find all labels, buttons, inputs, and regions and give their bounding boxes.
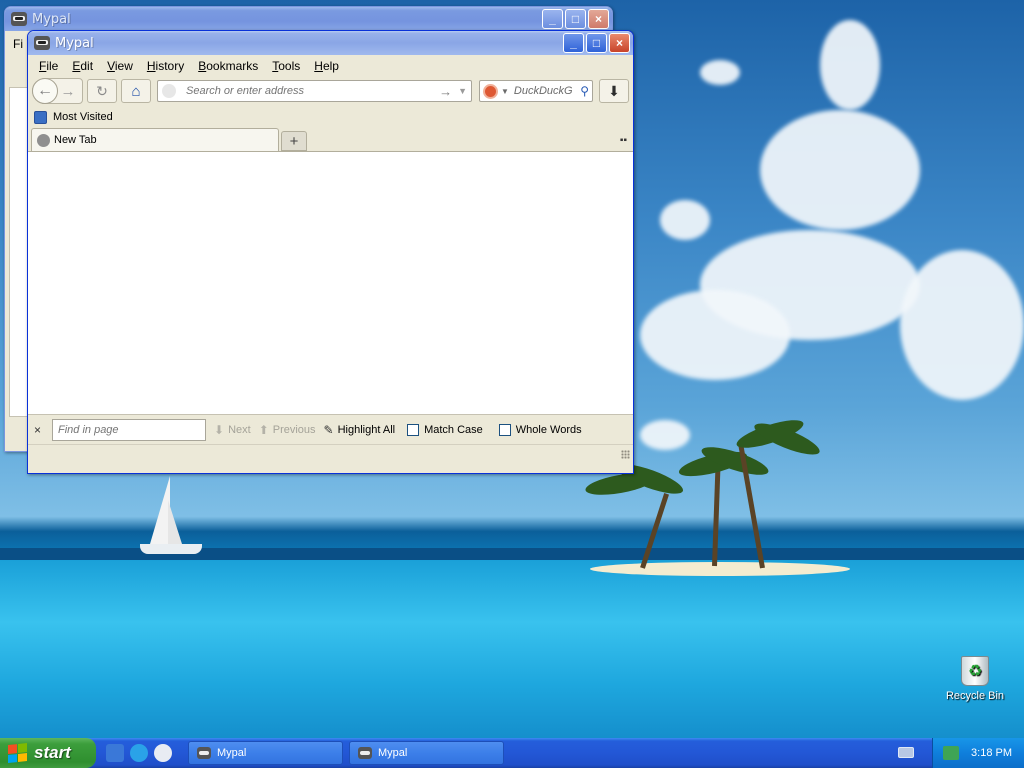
find-input[interactable] — [52, 418, 206, 441]
maximize-button[interactable]: □ — [586, 33, 607, 53]
tab-new-tab[interactable]: New Tab — [31, 128, 279, 151]
address-dropdown-icon[interactable]: ▼ — [458, 86, 467, 96]
quick-launch — [106, 744, 172, 762]
start-label: start — [34, 743, 71, 762]
recycle-bin-icon — [961, 656, 989, 686]
bookmarks-toolbar: Most Visited — [28, 106, 633, 128]
sailboat — [150, 476, 170, 544]
new-tab-button[interactable]: + — [281, 131, 307, 151]
sailboat-jib — [168, 500, 182, 544]
network-icon[interactable] — [943, 746, 960, 760]
window-title: Mypal — [32, 11, 71, 27]
down-arrow-icon: ⬇ — [214, 422, 225, 437]
download-icon[interactable]: ⬇ — [599, 79, 629, 103]
navigation-toolbar: ← → ↻ ⌂ → ▼ ▼ DuckDuckG ⚲ ⬇ — [28, 76, 633, 106]
menu-item-history[interactable]: History — [140, 57, 191, 75]
address-input[interactable] — [184, 84, 434, 98]
window-title: Mypal — [55, 35, 94, 51]
highlight-all-button[interactable]: ✎ Highlight All — [324, 423, 396, 437]
status-bar — [28, 444, 633, 462]
sailboat-hull — [140, 544, 202, 554]
highlight-all-label: Highlight All — [337, 423, 396, 436]
site-identity-icon — [162, 84, 176, 98]
mypal-app-icon — [11, 12, 27, 26]
whole-words-label: Whole Words — [515, 423, 582, 436]
tab-strip: New Tab + ▪▪ — [28, 128, 633, 152]
taskbar-button-label: Mypal — [378, 747, 408, 759]
most-visited-icon — [34, 110, 47, 124]
menu-item-tools[interactable]: Tools — [265, 57, 307, 75]
address-bar[interactable]: → ▼ — [157, 80, 472, 102]
recycle-bin-label: Recycle Bin — [945, 690, 1005, 702]
minimize-button[interactable]: _ — [542, 9, 563, 29]
minimize-button[interactable]: _ — [563, 33, 584, 53]
taskbar: start Mypal Mypal 3:18 PM — [0, 738, 1024, 768]
reload-icon[interactable]: ↻ — [87, 79, 117, 103]
mypal-app-icon — [358, 747, 372, 759]
mypal-app-icon — [197, 747, 211, 759]
system-tray: 3:18 PM — [932, 738, 1024, 768]
windows-logo-icon — [8, 743, 28, 764]
tab-label: New Tab — [54, 134, 97, 146]
taskbar-button-mypal[interactable]: Mypal — [349, 741, 504, 765]
resize-grip-icon[interactable] — [621, 450, 630, 459]
taskbar-button-label: Mypal — [217, 747, 247, 759]
checkbox-icon — [407, 423, 420, 436]
menu-item-file[interactable]: File — [32, 57, 65, 75]
back-forward-group: ← → — [32, 78, 83, 104]
bookmark-most-visited[interactable]: Most Visited — [53, 111, 113, 123]
find-bar: × ⬇ Next ⬆ Previous ✎ Highlight All Matc… — [28, 414, 633, 444]
find-previous-button[interactable]: ⬆ Previous — [259, 423, 316, 437]
forward-arrow-icon[interactable]: → — [58, 83, 78, 100]
match-case-label: Match Case — [424, 423, 483, 436]
search-icon[interactable]: ⚲ — [580, 84, 589, 98]
find-next-label: Next — [228, 423, 251, 436]
menu-item-edit[interactable]: Edit — [65, 57, 100, 75]
browser-window[interactable]: Mypal _ □ × File Edit View History Bookm… — [27, 30, 634, 474]
menu-item-file[interactable]: Fi — [13, 37, 23, 51]
keyboard-icon[interactable] — [898, 747, 914, 758]
media-player-icon[interactable] — [154, 744, 172, 762]
search-bar[interactable]: ▼ DuckDuckG ⚲ — [479, 80, 593, 102]
island — [590, 562, 850, 576]
highlighter-icon: ✎ — [323, 422, 334, 437]
clock[interactable]: 3:18 PM — [971, 747, 1012, 759]
close-button[interactable]: × — [588, 9, 609, 29]
close-button[interactable]: × — [609, 33, 630, 53]
menu-item-view[interactable]: View — [100, 57, 140, 75]
menu-item-help[interactable]: Help — [307, 57, 346, 75]
maximize-button[interactable]: □ — [565, 9, 586, 29]
page-content[interactable] — [28, 152, 633, 414]
back-arrow-icon[interactable]: ← — [32, 78, 58, 104]
internet-explorer-icon[interactable] — [130, 744, 148, 762]
match-case-checkbox[interactable]: Match Case — [407, 423, 483, 436]
recycle-bin[interactable]: Recycle Bin — [940, 656, 1010, 702]
title-bar[interactable]: Mypal _ □ × — [5, 7, 612, 31]
search-engine-dropdown-icon[interactable]: ▼ — [501, 87, 509, 96]
up-arrow-icon: ⬆ — [258, 422, 269, 437]
show-desktop-icon[interactable] — [106, 744, 124, 762]
mypal-app-icon — [34, 36, 50, 50]
menu-bar: File Edit View History Bookmarks Tools H… — [28, 55, 633, 76]
find-next-button[interactable]: ⬇ Next — [214, 423, 251, 437]
duckduckgo-icon[interactable] — [483, 83, 498, 99]
tab-globe-icon — [37, 133, 50, 147]
go-arrow-icon[interactable]: → — [439, 84, 452, 99]
find-close-icon[interactable]: × — [34, 423, 52, 437]
list-all-tabs-icon[interactable]: ▪▪ — [620, 135, 627, 146]
find-previous-label: Previous — [272, 423, 316, 436]
start-button[interactable]: start — [0, 738, 96, 768]
title-bar[interactable]: Mypal _ □ × — [28, 31, 633, 55]
whole-words-checkbox[interactable]: Whole Words — [498, 423, 582, 436]
menu-item-bookmarks[interactable]: Bookmarks — [191, 57, 265, 75]
taskbar-button-mypal[interactable]: Mypal — [188, 741, 343, 765]
search-input[interactable]: DuckDuckG — [514, 85, 580, 97]
checkbox-icon — [498, 423, 511, 436]
home-icon[interactable]: ⌂ — [121, 79, 151, 103]
sea — [0, 560, 1024, 738]
